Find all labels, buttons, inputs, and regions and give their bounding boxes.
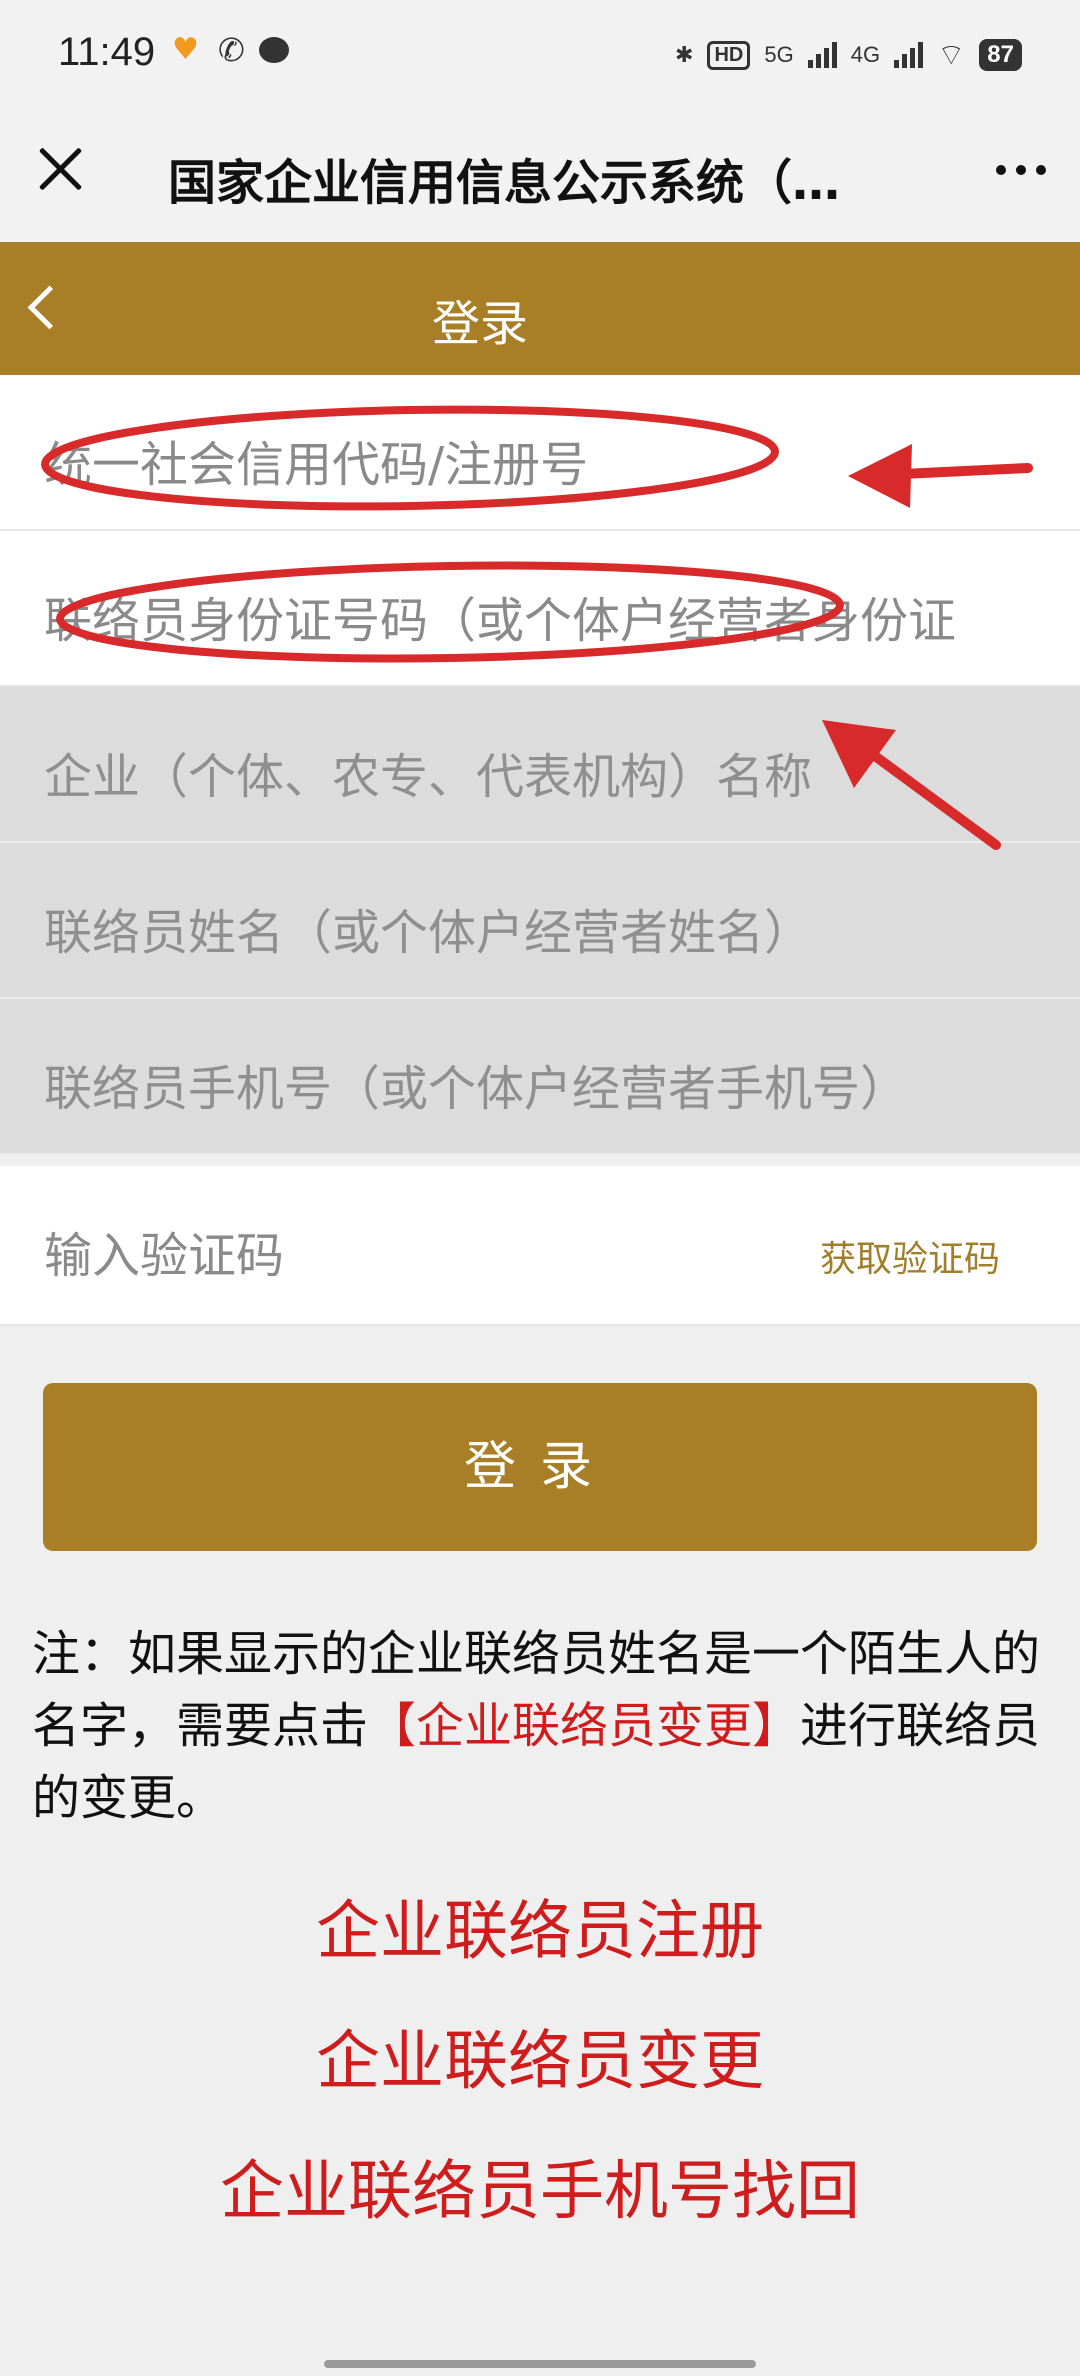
register-contact-link[interactable]: 企业联络员注册 bbox=[0, 1880, 1080, 1972]
note-text: 注：如果显示的企业联络员姓名是一个陌生人的名字，需要点击【企业联络员变更】进行联… bbox=[32, 1618, 1042, 1834]
note-highlight-link[interactable]: 【企业联络员变更】 bbox=[368, 1698, 800, 1754]
home-indicator[interactable] bbox=[324, 2360, 756, 2368]
signal-icon bbox=[807, 42, 837, 68]
missed-call-icon: ✆ bbox=[218, 31, 245, 69]
recover-phone-link[interactable]: 企业联络员手机号找回 bbox=[0, 2140, 1080, 2232]
verification-code-field[interactable]: 输入验证码 获取验证码 bbox=[0, 1166, 1080, 1326]
battery-icon: 87 bbox=[979, 39, 1022, 71]
contact-name-field: 联络员姓名（或个体户经营者姓名） bbox=[0, 843, 1080, 999]
contact-name-placeholder: 联络员姓名（或个体户经营者姓名） bbox=[44, 905, 813, 961]
company-name-field: 企业（个体、农专、代表机构）名称 bbox=[0, 687, 1080, 843]
status-time: 11:49 bbox=[58, 30, 156, 74]
network-5g-label: 5G bbox=[764, 42, 794, 67]
message-icon bbox=[258, 37, 289, 63]
company-name-placeholder: 企业（个体、农专、代表机构）名称 bbox=[44, 749, 813, 805]
heart-icon: ♥ bbox=[172, 32, 199, 67]
login-header: 登录 bbox=[0, 242, 1080, 375]
change-contact-link[interactable]: 企业联络员变更 bbox=[0, 2010, 1080, 2102]
more-icon[interactable] bbox=[996, 165, 1046, 175]
credit-code-placeholder: 统一社会信用代码/注册号 bbox=[44, 437, 589, 493]
hd-icon: HD bbox=[707, 40, 751, 70]
id-number-placeholder: 联络员身份证号码（或个体户经营者身份证 bbox=[44, 593, 957, 649]
system-icons: ✱ HD 5G 4G ⌔ 87 bbox=[675, 36, 1022, 74]
phone-field: 联络员手机号（或个体户经营者手机号） bbox=[0, 999, 1080, 1155]
wifi-icon: ⌔ bbox=[937, 39, 966, 72]
signal-icon-2 bbox=[894, 42, 924, 68]
header-title: 登录 bbox=[431, 296, 528, 352]
login-button[interactable]: 登录 bbox=[43, 1383, 1037, 1551]
bluetooth-icon: ✱ bbox=[675, 42, 694, 67]
get-code-button[interactable]: 获取验证码 bbox=[820, 1230, 1000, 1282]
page-title: 国家企业信用信息公示系统（… bbox=[168, 155, 841, 211]
credit-code-field[interactable]: 统一社会信用代码/注册号 bbox=[0, 375, 1080, 531]
notification-icons: ♥ ✆ bbox=[172, 31, 289, 69]
id-number-field[interactable]: 联络员身份证号码（或个体户经营者身份证 bbox=[0, 531, 1080, 687]
network-4g-label: 4G bbox=[850, 42, 881, 67]
phone-placeholder: 联络员手机号（或个体户经营者手机号） bbox=[44, 1061, 909, 1117]
close-icon[interactable] bbox=[34, 143, 86, 195]
webview-title-bar: 国家企业信用信息公示系统（… bbox=[0, 115, 1080, 242]
status-bar: 11:49 ♥ ✆ ✱ HD 5G 4G ⌔ 87 bbox=[0, 0, 1080, 115]
